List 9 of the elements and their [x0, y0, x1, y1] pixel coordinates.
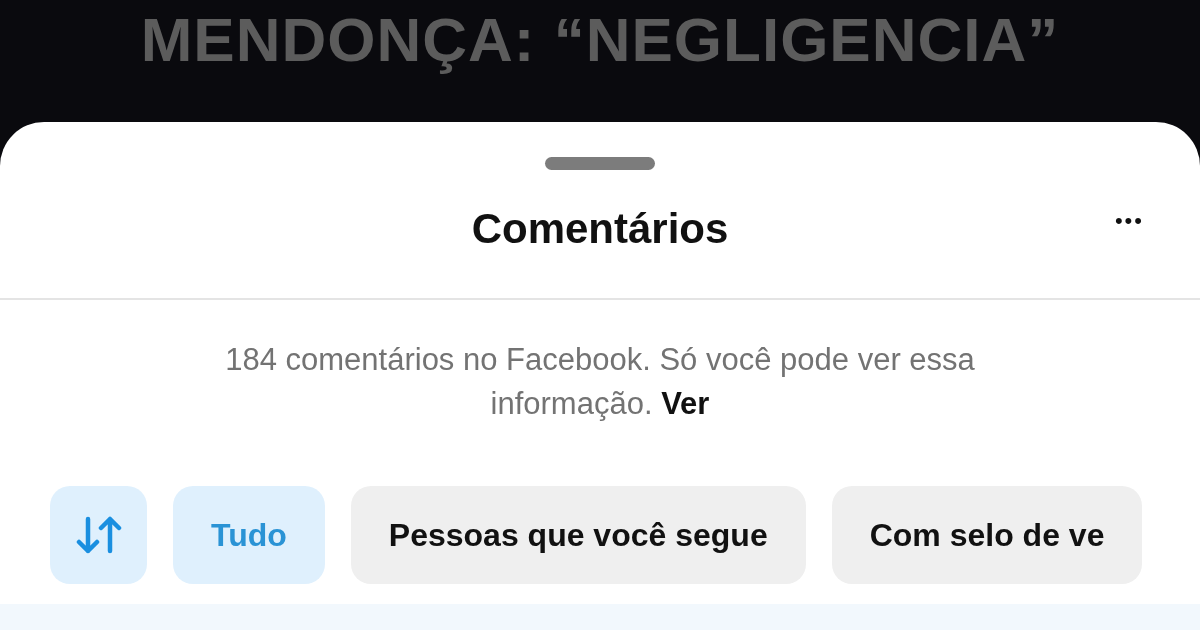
headline: MENDONÇA: “NEGLIGENCIA” [140, 4, 1060, 76]
more-button[interactable]: ••• [1114, 208, 1144, 234]
drag-handle[interactable] [545, 157, 655, 170]
sort-icon [75, 516, 122, 554]
filter-chip[interactable]: Com selo de ve [831, 486, 1143, 584]
sheet-title: Comentários [471, 205, 729, 253]
info-text: 184 comentários no Facebook. Só você pode ver essa informação. Ver [225, 342, 975, 421]
sort-button[interactable] [50, 486, 147, 584]
filter-chip[interactable]: Pessoas que você segue [350, 486, 806, 584]
